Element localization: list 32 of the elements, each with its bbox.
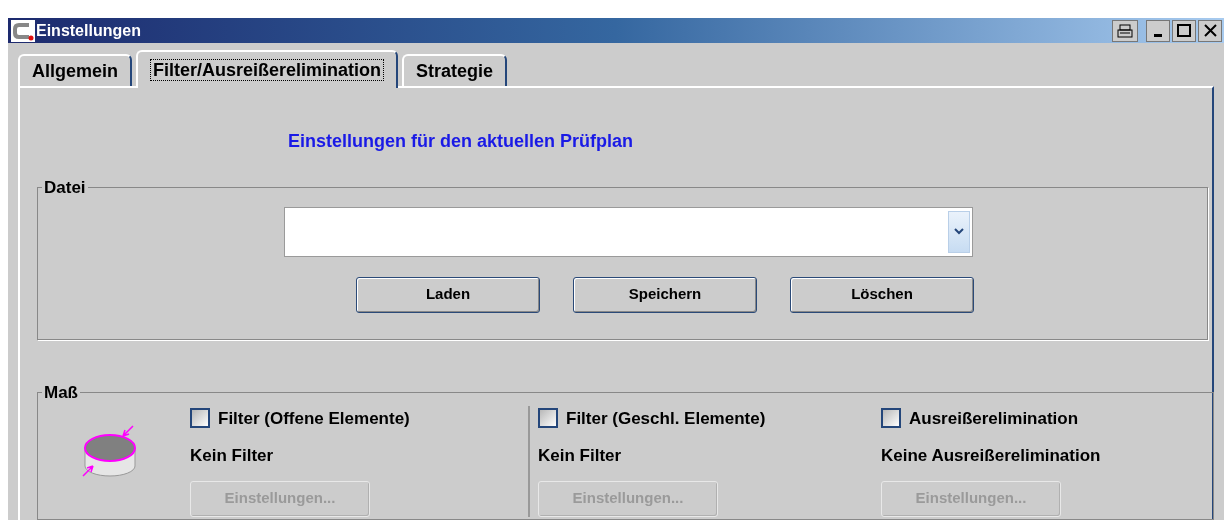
group-legend: Maß (42, 380, 80, 406)
status-text: Kein Filter (538, 445, 623, 467)
close-icon (1203, 24, 1217, 38)
checkbox[interactable] (538, 408, 558, 429)
cylinder-icon (81, 423, 139, 480)
checkbox-label: Ausreißerelimination (909, 407, 1079, 430)
tab[interactable]: Allgemein (18, 54, 133, 86)
minimize-button[interactable] (1146, 19, 1170, 42)
window-title: Einstellungen (36, 20, 141, 41)
printer-icon (1117, 23, 1133, 38)
minimize-icon (1154, 33, 1162, 37)
push-button[interactable]: Löschen (790, 276, 974, 313)
dropdown-button[interactable] (948, 210, 970, 253)
status-text: Kein Filter (190, 445, 275, 467)
status-text: Keine Ausreißerelimination (881, 445, 1102, 467)
file-combo[interactable] (284, 206, 973, 257)
push-button[interactable]: Speichern (573, 276, 757, 313)
maximize-button[interactable] (1172, 19, 1196, 42)
checkbox-label: Filter (Geschl. Elemente) (566, 407, 766, 430)
checkbox-label: Filter (Offene Elemente) (218, 407, 410, 430)
chevron-down-icon (954, 228, 964, 235)
checkbox[interactable] (881, 408, 901, 429)
checkbox[interactable] (190, 408, 210, 429)
tab[interactable]: Filter/Ausreißerelimination (136, 50, 399, 88)
tab[interactable]: Strategie (402, 54, 508, 86)
close-button[interactable] (1198, 19, 1222, 42)
push-button[interactable]: Laden (356, 276, 540, 313)
group-legend: Datei (42, 175, 88, 201)
print-button[interactable] (1112, 19, 1138, 42)
maximize-icon (1177, 24, 1191, 38)
heading: Einstellungen für den aktuellen Prüfplan (288, 130, 635, 153)
app-logo-icon (11, 19, 35, 42)
